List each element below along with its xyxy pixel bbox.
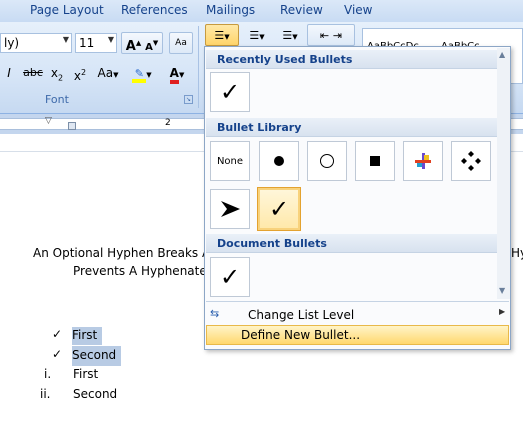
- list-item-second-selected[interactable]: Second: [72, 346, 121, 366]
- chevron-down-icon[interactable]: ▼: [108, 35, 114, 44]
- hollow-circle-bullet-icon: [320, 154, 334, 168]
- down-arrow-icon: ▼: [152, 39, 159, 47]
- ribbon-tab-bar: Page Layout References Mailings Review V…: [0, 0, 523, 22]
- chevron-down-icon: ▼: [292, 33, 298, 41]
- grow-shrink-font-group: A▲ A▼: [121, 32, 163, 54]
- font-size-value: 11: [79, 36, 95, 50]
- highlighter-icon: ✎: [132, 68, 147, 83]
- define-new-bullet-menu-item[interactable]: Define New Bullet...: [206, 325, 509, 345]
- list-item-second[interactable]: Second: [73, 387, 117, 401]
- hanging-indent-marker[interactable]: [68, 122, 76, 130]
- tab-review[interactable]: Review: [280, 3, 323, 17]
- up-arrow-icon: ▲: [135, 39, 142, 47]
- first-line-indent-marker[interactable]: ▽: [45, 116, 52, 126]
- change-case-button[interactable]: Aa▼: [94, 62, 122, 84]
- change-list-level-label: Change List Level: [240, 308, 355, 322]
- list-marker-roman-ii: ii.: [40, 387, 51, 401]
- numbering-button[interactable]: ☰▼: [241, 24, 273, 46]
- tab-view[interactable]: View: [344, 3, 372, 17]
- chevron-down-icon: ▼: [146, 71, 152, 79]
- scroll-up-arrow-icon[interactable]: ▲: [499, 50, 505, 59]
- bullet-four-diamonds[interactable]: [451, 141, 491, 181]
- shrink-font-button[interactable]: A: [145, 42, 153, 53]
- subscript-button[interactable]: x2: [47, 62, 67, 84]
- filled-circle-bullet-icon: [274, 156, 284, 166]
- document-line-2: Prevents A Hyphenated: [73, 264, 215, 278]
- bullet-color-cross[interactable]: [403, 141, 443, 181]
- indent-buttons-group: ⇤ ⇥: [307, 24, 355, 46]
- bullet-list-icon: ☰: [214, 29, 225, 42]
- font-group-label: Font: [45, 93, 69, 106]
- bullets-dropdown: Recently Used Bullets ✓ Bullet Library N…: [204, 46, 511, 350]
- multilevel-list-icon: ☰: [282, 29, 293, 42]
- highlight-color-button[interactable]: ✎ ▼: [127, 62, 157, 84]
- italic-button[interactable]: I: [0, 62, 18, 84]
- increase-indent-icon[interactable]: ⇥: [333, 29, 342, 42]
- document-line-1-tail: Hyp: [511, 246, 523, 260]
- checkmark-bullet-icon: ✓: [219, 78, 241, 106]
- scroll-down-arrow-icon[interactable]: ▼: [499, 286, 505, 295]
- define-new-bullet-label: Define New Bullet...: [241, 328, 361, 342]
- none-bullet-label: None: [216, 155, 244, 167]
- checkmark-bullet-icon: ✓: [219, 263, 241, 291]
- color-cross-bullet-icon: [415, 153, 431, 169]
- chevron-down-icon: ▼: [178, 71, 185, 79]
- document-checkmark-bullet[interactable]: ✓: [210, 257, 250, 297]
- list-marker-checkmark: ✓: [52, 327, 63, 341]
- chevron-down-icon: ▼: [224, 33, 230, 41]
- list-marker-checkmark: ✓: [52, 347, 63, 361]
- document-line-1: An Optional Hyphen Breaks A: [33, 246, 211, 260]
- grow-font-button[interactable]: A: [126, 39, 136, 54]
- chevron-down-icon: ▼: [113, 71, 119, 79]
- font-name-value: ly): [4, 36, 20, 50]
- bullet-hollow-circle[interactable]: [307, 141, 347, 181]
- strikethrough-button[interactable]: abc: [20, 62, 46, 84]
- document-bullets-header: Document Bullets: [206, 234, 497, 253]
- recent-checkmark-bullet[interactable]: ✓: [210, 72, 250, 112]
- clear-format-icon: Aa: [175, 38, 187, 48]
- chevron-down-icon[interactable]: ▼: [63, 35, 69, 44]
- list-item-first[interactable]: First: [73, 367, 98, 381]
- list-marker-roman-i: i.: [44, 367, 52, 381]
- font-name-combo[interactable]: ly) ▼: [0, 33, 72, 53]
- font-size-combo[interactable]: 11 ▼: [75, 33, 117, 53]
- clear-formatting-button[interactable]: Aa: [169, 32, 193, 54]
- decrease-indent-icon[interactable]: ⇤: [320, 29, 329, 42]
- bullet-library-header: Bullet Library: [206, 118, 497, 137]
- menu-separator: [206, 301, 509, 302]
- bullet-checkmark-selected[interactable]: ✓: [257, 187, 301, 231]
- list-item-first-selected[interactable]: First: [72, 327, 102, 345]
- tab-mailings[interactable]: Mailings: [206, 3, 255, 17]
- multilevel-list-button[interactable]: ☰▼: [274, 24, 306, 46]
- checkmark-bullet-icon: ✓: [268, 195, 290, 223]
- font-color-button[interactable]: A▼: [162, 62, 192, 84]
- recently-used-bullets-header: Recently Used Bullets: [206, 50, 497, 69]
- numbered-list-icon: ☰: [249, 29, 260, 42]
- bullet-none[interactable]: None: [210, 141, 250, 181]
- superscript-button[interactable]: x2: [70, 62, 90, 84]
- tab-page-layout[interactable]: Page Layout: [30, 3, 104, 17]
- arrowhead-bullet-icon: [221, 201, 240, 217]
- chevron-down-icon: ▼: [259, 33, 265, 41]
- bullets-button[interactable]: ☰▼: [205, 24, 239, 46]
- bullet-arrowhead[interactable]: [210, 189, 250, 229]
- change-list-level-menu-item[interactable]: ⇆ C Change List Level ▶: [206, 305, 509, 325]
- group-divider: [198, 26, 199, 108]
- tab-references[interactable]: References: [121, 3, 188, 17]
- filled-square-bullet-icon: [370, 156, 380, 166]
- submenu-arrow-icon: ▶: [499, 307, 506, 316]
- bullet-filled-circle[interactable]: [259, 141, 299, 181]
- four-diamond-bullet-icon: [461, 151, 481, 171]
- dropdown-scrollbar[interactable]: ▲ ▼: [497, 48, 510, 299]
- bullet-filled-square[interactable]: [355, 141, 395, 181]
- list-level-icon: ⇆: [210, 307, 220, 320]
- dialog-launcher-icon[interactable]: ↘: [184, 95, 193, 104]
- ruler-mark-2: 2: [165, 118, 171, 128]
